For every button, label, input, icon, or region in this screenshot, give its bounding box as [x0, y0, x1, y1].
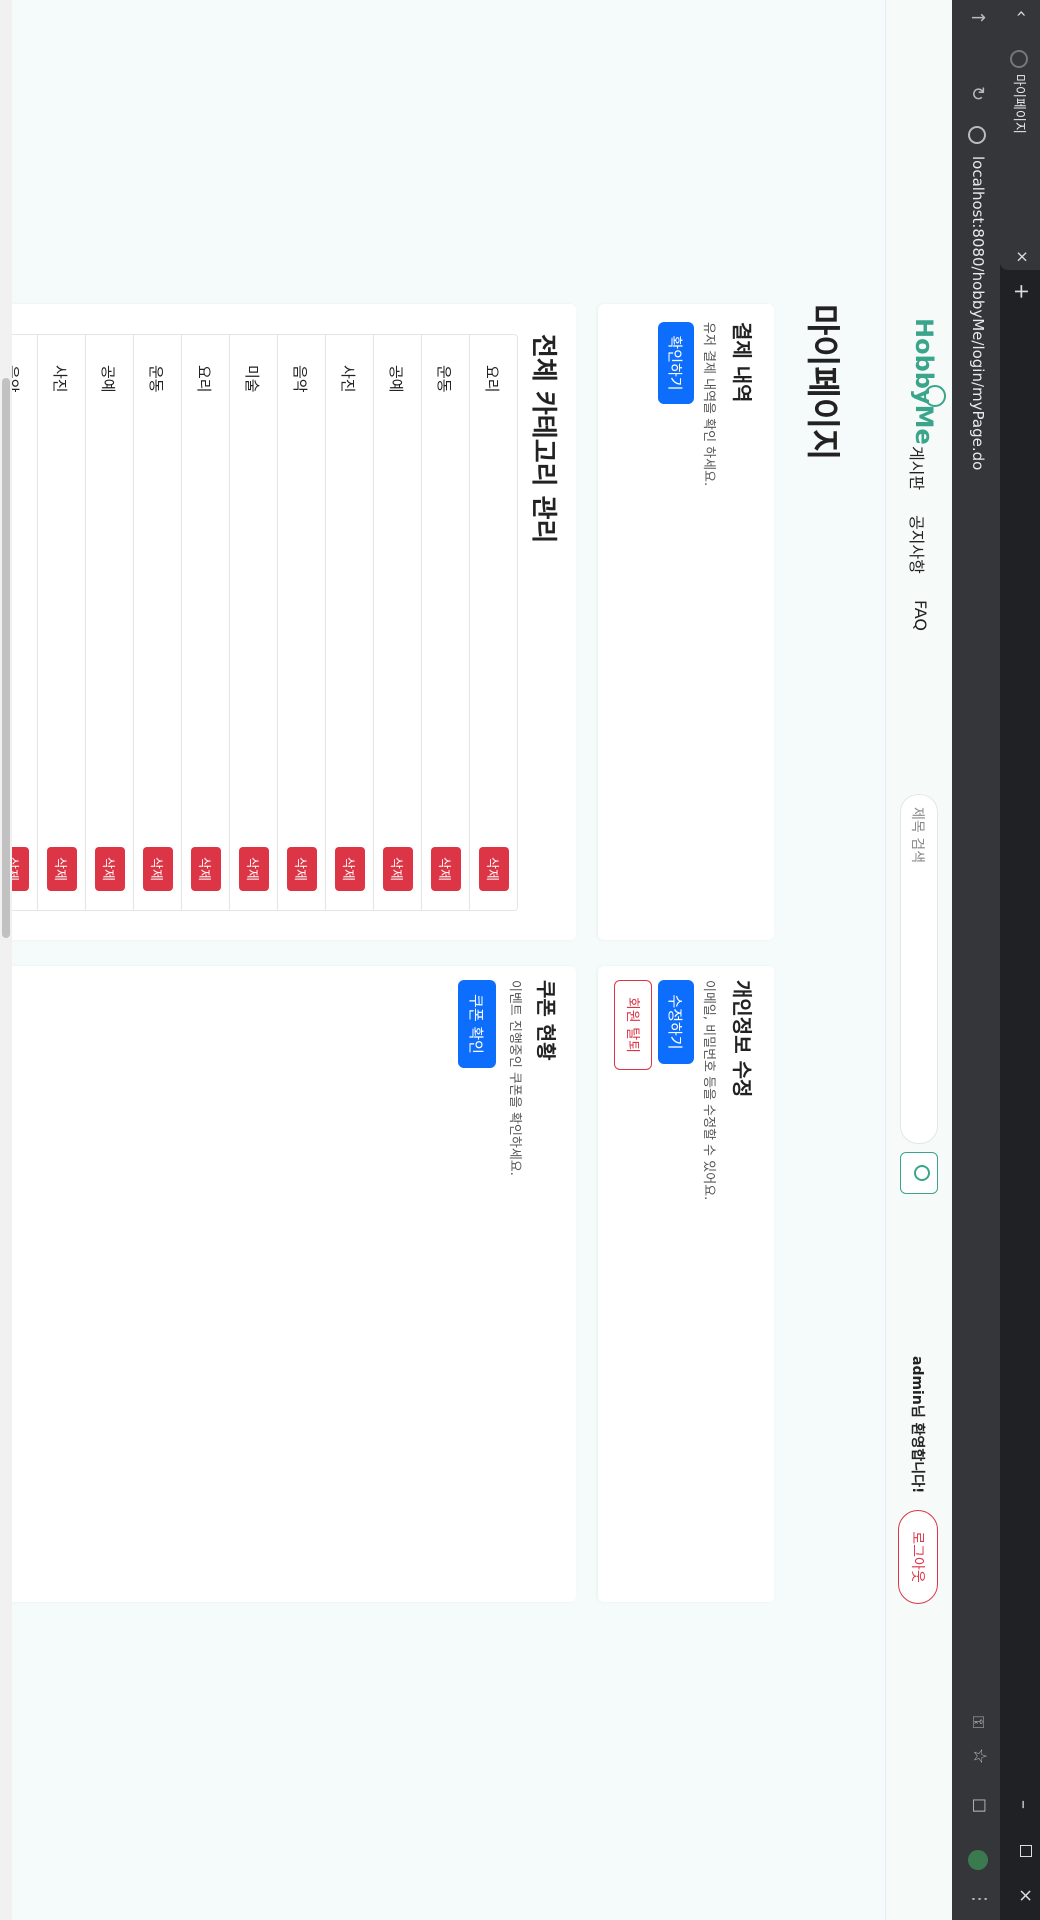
- coupon-title: 쿠폰 현황: [534, 980, 558, 1061]
- category-delete-button[interactable]: 삭제: [47, 847, 77, 891]
- category-delete-button[interactable]: 삭제: [143, 847, 173, 891]
- nav-faq[interactable]: FAQ: [911, 600, 930, 631]
- coupon-card: 쿠폰 현황 이벤트 진행중인 쿠폰을 확인하세요. 쿠폰 확인: [0, 966, 576, 1602]
- category-delete-button[interactable]: 삭제: [191, 847, 221, 891]
- payment-title: 결제 내역: [730, 322, 754, 403]
- logout-button[interactable]: 로그아웃: [898, 1510, 938, 1604]
- extensions-icon[interactable]: □: [971, 1798, 990, 1813]
- site-header: HobbyMe 게시판 공지사항 FAQ 제목 검색 admin님 환영합니다!…: [885, 0, 952, 1920]
- profile-edit-button[interactable]: 수정하기: [658, 980, 694, 1064]
- category-delete-button[interactable]: 삭제: [239, 847, 269, 891]
- category-delete-button[interactable]: 삭제: [479, 847, 509, 891]
- category-name: 사진: [51, 365, 69, 393]
- category-row: 사진삭제: [37, 335, 85, 910]
- new-tab-icon[interactable]: +: [1010, 283, 1034, 300]
- tab-close-icon[interactable]: ×: [1013, 250, 1032, 263]
- category-name: 공예: [387, 365, 405, 393]
- coupon-check-button[interactable]: 쿠폰 확인: [458, 980, 496, 1068]
- payment-desc: 유저 결제 내역을 확인 하세요.: [701, 322, 716, 487]
- category-row: 공예삭제: [373, 335, 421, 910]
- category-delete-button[interactable]: 삭제: [431, 847, 461, 891]
- category-row: 요리삭제: [469, 335, 517, 910]
- site-info-icon[interactable]: [968, 126, 986, 144]
- scrollbar[interactable]: [0, 0, 12, 1920]
- category-title: 전체 카테고리 관리: [528, 334, 558, 544]
- category-row: 운동삭제: [421, 335, 469, 910]
- password-key-icon[interactable]: ⚿: [968, 1716, 988, 1728]
- rotated-page: ‹ 마이페이지 × + – × ↑ ↻ localhost:8080/hobby…: [0, 0, 1040, 1920]
- category-row: 미술삭제: [229, 335, 277, 910]
- category-name: 공예: [99, 365, 117, 393]
- category-delete-button[interactable]: 삭제: [335, 847, 365, 891]
- category-table: 요리 삭제 운동 삭제 공예 삭제 사진 삭제 음악 삭제 미술 삭제 요리 삭제 운동 삭제 공예 삭제 사진 삭제…: [0, 334, 518, 911]
- category-delete-button[interactable]: 삭제: [383, 847, 413, 891]
- category-name: 미술: [243, 365, 261, 393]
- payment-check-button[interactable]: 확인하기: [658, 322, 694, 404]
- search-input[interactable]: 제목 검색: [900, 794, 938, 1144]
- profile-card: 개인정보 수정 이메일, 비밀번호 등을 수정할 수 있어요. 수정하기 회원 …: [598, 966, 774, 1602]
- category-name: 사진: [339, 365, 357, 393]
- category-row: 공예삭제: [85, 335, 133, 910]
- reload-icon[interactable]: ↻: [967, 86, 988, 101]
- forward-icon[interactable]: ↑: [967, 10, 988, 25]
- category-delete-button[interactable]: 삭제: [95, 847, 125, 891]
- url-text[interactable]: localhost:8080/hobbyMe/login/myPage.do: [969, 156, 987, 470]
- search-placeholder: 제목 검색: [909, 807, 925, 863]
- welcome-text: admin님 환영합니다!: [909, 1356, 925, 1494]
- profile-title: 개인정보 수정: [730, 980, 754, 1098]
- category-row: 운동삭제: [133, 335, 181, 910]
- category-row: 음악삭제: [277, 335, 325, 910]
- close-window-icon[interactable]: ×: [1015, 1888, 1036, 1903]
- minimize-icon[interactable]: –: [1013, 1800, 1034, 1809]
- search-button[interactable]: [900, 1152, 938, 1194]
- category-row: 요리삭제: [181, 335, 229, 910]
- payment-card: 결제 내역 유저 결제 내역을 확인 하세요. 확인하기: [598, 304, 774, 940]
- category-name: 운동: [147, 365, 165, 393]
- category-delete-button[interactable]: 삭제: [287, 847, 317, 891]
- category-name: 요리: [195, 365, 213, 393]
- withdraw-button[interactable]: 회원 탈퇴: [614, 980, 652, 1070]
- back-icon[interactable]: ‹: [1008, 10, 1032, 34]
- nav-notice[interactable]: 공지사항: [906, 515, 930, 574]
- category-name: 요리: [483, 365, 501, 393]
- category-card: 전체 카테고리 관리 요리 삭제 운동 삭제 공예 삭제 사진 삭제 음악 삭제 미술 삭제 요리 삭제 운…: [0, 304, 576, 940]
- nav-board[interactable]: 게시판: [906, 446, 930, 490]
- profile-desc: 이메일, 비밀번호 등을 수정할 수 있어요.: [701, 980, 716, 1201]
- coupon-desc: 이벤트 진행중인 쿠폰을 확인하세요.: [507, 980, 522, 1176]
- favicon-icon: [1010, 50, 1028, 68]
- search-icon: [914, 1165, 930, 1181]
- restore-icon[interactable]: [1020, 1845, 1032, 1857]
- profile-avatar[interactable]: [968, 1850, 988, 1870]
- category-row: 사진삭제: [325, 335, 373, 910]
- tab-title: 마이페이지: [1011, 74, 1026, 134]
- browser-tab[interactable]: ‹ 마이페이지 ×: [1000, 0, 1040, 270]
- address-bar: ↑ ↻ localhost:8080/hobbyMe/login/myPage.…: [952, 0, 1000, 1920]
- page-title: 마이페이지: [802, 304, 842, 461]
- smile-logo-icon: [924, 385, 946, 407]
- category-name: 운동: [435, 365, 453, 393]
- site-logo[interactable]: HobbyMe: [910, 318, 938, 445]
- category-name: 음악: [291, 365, 309, 393]
- bookmark-star-icon[interactable]: ☆: [969, 1748, 990, 1764]
- menu-dots-icon[interactable]: ⋮: [969, 1890, 990, 1908]
- scrollbar-thumb[interactable]: [2, 378, 10, 938]
